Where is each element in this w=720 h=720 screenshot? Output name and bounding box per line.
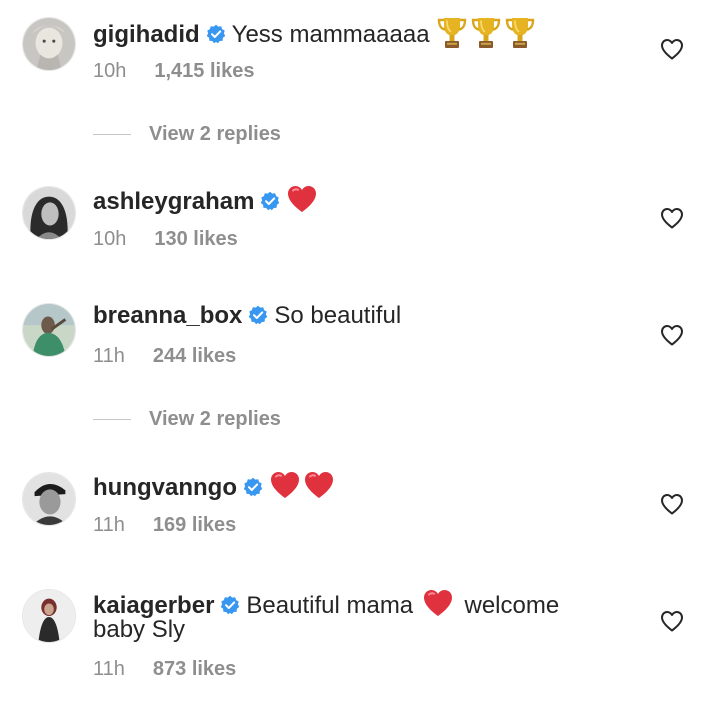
- username[interactable]: gigihadid: [93, 21, 200, 48]
- red-heart-icon: [286, 184, 318, 214]
- replies-divider: [93, 134, 131, 136]
- like-heart-icon[interactable]: [660, 207, 684, 229]
- likes-count[interactable]: 873 likes: [153, 658, 236, 680]
- like-heart-icon[interactable]: [660, 493, 684, 515]
- avatar[interactable]: [22, 17, 76, 71]
- username[interactable]: hungvanngo: [93, 474, 237, 501]
- verified-badge-icon: [206, 24, 226, 44]
- red-heart-icon: [422, 588, 454, 618]
- avatar[interactable]: [22, 472, 76, 526]
- verified-badge-icon: [260, 191, 280, 211]
- view-replies-label: View 2 replies: [149, 123, 281, 145]
- comment-text: Beautiful mama: [246, 592, 414, 619]
- comment-text-continued: welcome: [464, 592, 560, 619]
- timestamp: 11h: [93, 345, 125, 367]
- trophy-icon: [470, 16, 502, 50]
- likes-count[interactable]: 130 likes: [154, 228, 237, 250]
- comment-text: Yess mammaaaaa: [231, 21, 430, 48]
- avatar[interactable]: [22, 303, 76, 357]
- likes-count[interactable]: 244 likes: [153, 345, 236, 367]
- comment-text-line: hungvanngo: [93, 470, 335, 502]
- comment-text-wrap: baby Sly: [93, 616, 186, 643]
- timestamp: 11h: [93, 658, 125, 680]
- comment-meta: 11h 169 likes: [93, 514, 236, 537]
- like-heart-icon[interactable]: [660, 324, 684, 346]
- verified-badge-icon: [243, 477, 263, 497]
- verified-badge-icon: [220, 595, 240, 615]
- view-replies-label: View 2 replies: [149, 408, 281, 430]
- view-replies-button[interactable]: View 2 replies: [93, 123, 281, 146]
- comment-text-line: gigihadid Yess mammaaaaa: [93, 16, 536, 50]
- view-replies-button[interactable]: View 2 replies: [93, 408, 281, 431]
- likes-count[interactable]: 169 likes: [153, 514, 236, 536]
- red-heart-icon: [303, 470, 335, 500]
- username[interactable]: kaiagerber: [93, 592, 214, 619]
- comment-text-line-2: baby Sly: [93, 616, 185, 644]
- comment-text: So beautiful: [274, 302, 402, 329]
- comment-meta: 11h 244 likes: [93, 345, 236, 368]
- trophy-icon: [504, 16, 536, 50]
- replies-divider: [93, 419, 131, 421]
- username[interactable]: ashleygraham: [93, 188, 254, 215]
- verified-badge-icon: [248, 305, 268, 325]
- timestamp: 11h: [93, 514, 125, 536]
- red-heart-icon: [269, 470, 301, 500]
- username[interactable]: breanna_box: [93, 302, 242, 329]
- comment-meta: 11h 873 likes: [93, 658, 236, 681]
- avatar[interactable]: [22, 589, 76, 643]
- timestamp: 10h: [93, 228, 127, 250]
- like-heart-icon[interactable]: [660, 610, 684, 632]
- comment-text-line: ashleygraham: [93, 184, 318, 216]
- avatar[interactable]: [22, 186, 76, 240]
- timestamp: 10h: [93, 60, 127, 82]
- comment-text-line: breanna_box So beautiful: [93, 302, 401, 330]
- comment-meta: 10h 130 likes: [93, 228, 238, 251]
- trophy-icon: [436, 16, 468, 50]
- comment-meta: 10h 1,415 likes: [93, 60, 254, 83]
- like-heart-icon[interactable]: [660, 38, 684, 60]
- likes-count[interactable]: 1,415 likes: [154, 60, 254, 82]
